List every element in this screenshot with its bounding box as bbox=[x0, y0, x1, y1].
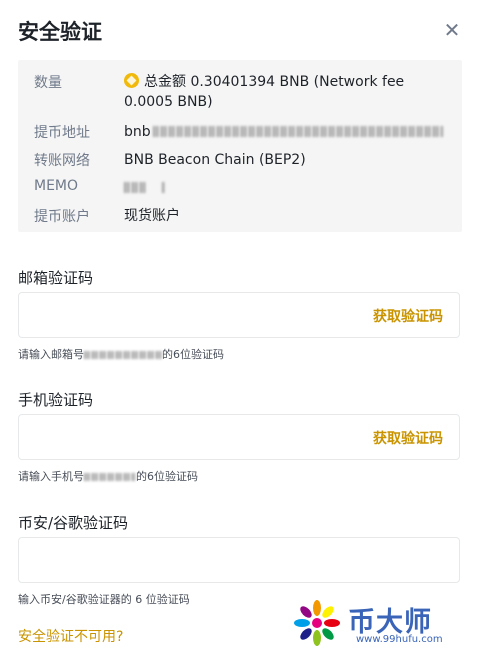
network-label: 转账网络 bbox=[34, 153, 90, 169]
authenticator-code-label: 币安/谷歌验证码 bbox=[18, 514, 129, 532]
address-redacted bbox=[152, 126, 443, 137]
memo-redacted bbox=[124, 182, 146, 193]
account-label: 提币账户 bbox=[34, 209, 90, 225]
amount-label: 数量 bbox=[34, 75, 62, 91]
authenticator-code-hint: 输入币安/谷歌验证器的 6 位验证码 bbox=[18, 593, 190, 606]
phone-code-hint: 请输入手机号 的6位验证码 bbox=[18, 470, 198, 483]
account-value: 现货账户 bbox=[124, 208, 180, 224]
phone-code-field: 获取验证码 bbox=[18, 414, 460, 460]
phone-code-input[interactable] bbox=[19, 415, 383, 459]
phone-get-code-button[interactable]: 获取验证码 bbox=[373, 428, 443, 448]
authenticator-code-field bbox=[18, 537, 460, 583]
authenticator-code-input[interactable] bbox=[19, 538, 383, 582]
withdraw-summary-panel: 数量 总金额 0.30401394 BNB (Network fee 0.000… bbox=[18, 60, 462, 232]
address-label: 提币地址 bbox=[34, 125, 90, 141]
flower-logo-icon bbox=[294, 600, 340, 646]
verification-unavailable-link[interactable]: 安全验证不可用? bbox=[18, 626, 123, 646]
email-get-code-button[interactable]: 获取验证码 bbox=[373, 306, 443, 326]
memo-label: MEMO bbox=[34, 178, 79, 194]
phone-code-label: 手机验证码 bbox=[18, 391, 94, 409]
bnb-coin-icon bbox=[124, 73, 139, 88]
email-code-hint: 请输入邮箱号 的6位验证码 bbox=[18, 348, 224, 361]
address-prefix: bnb bbox=[124, 124, 151, 140]
amount-value: 总金额 0.30401394 BNB (Network fee 0.0005 B… bbox=[124, 74, 405, 110]
watermark: 币大师 www.99hufu.com bbox=[292, 598, 472, 648]
dialog-title: 安全验证 bbox=[18, 20, 102, 44]
email-code-field: 获取验证码 bbox=[18, 292, 460, 338]
close-icon[interactable]: ✕ bbox=[440, 18, 464, 42]
email-code-label: 邮箱验证码 bbox=[18, 269, 94, 287]
email-redacted bbox=[84, 351, 162, 359]
email-code-input[interactable] bbox=[19, 293, 383, 337]
network-value: BNB Beacon Chain (BEP2) bbox=[124, 152, 306, 168]
watermark-url: www.99hufu.com bbox=[356, 634, 443, 645]
phone-redacted bbox=[84, 473, 136, 481]
